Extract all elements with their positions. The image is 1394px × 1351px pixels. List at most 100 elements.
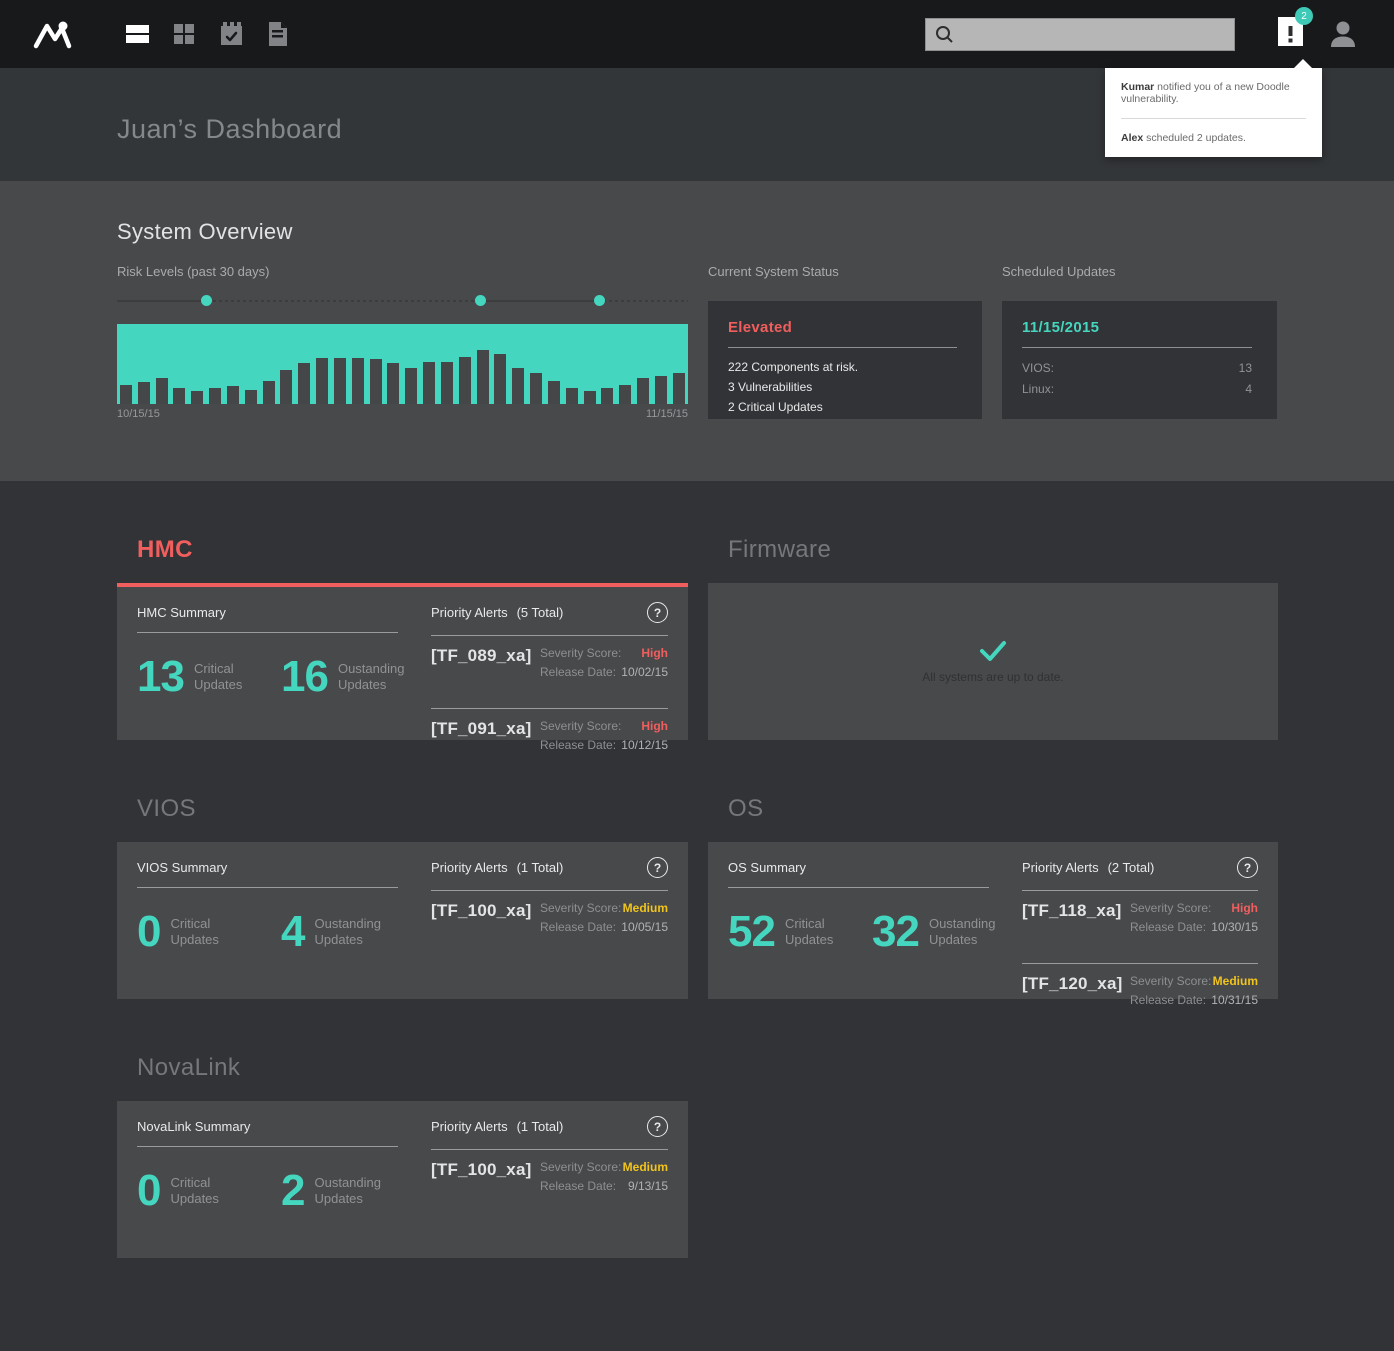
- status-level: Elevated: [728, 319, 793, 336]
- notification-actor: Kumar: [1121, 81, 1155, 93]
- novalink-title: NovaLink: [137, 1054, 241, 1081]
- severity-value: Medium: [622, 901, 668, 915]
- outstanding-updates-stat: 4 Oustanding Updates: [281, 907, 381, 956]
- critical-updates-stat: 13 Critical Updates: [137, 652, 243, 701]
- timeline-marker-dot[interactable]: [594, 295, 606, 306]
- risk-timeline: [117, 295, 688, 307]
- scheduled-row: Linux: 4: [1022, 382, 1252, 396]
- divider: [1022, 347, 1252, 348]
- scheduled-updates-column: Scheduled Updates 11/15/2015 VIOS: 13 Li…: [1002, 265, 1277, 420]
- stat-value: 0: [137, 907, 162, 956]
- risk-bar: [565, 388, 578, 404]
- document-icon[interactable]: [265, 20, 291, 48]
- help-icon[interactable]: ?: [1237, 857, 1258, 878]
- severity-value: High: [641, 646, 668, 660]
- priority-alerts-total: (1 Total): [516, 1119, 564, 1134]
- priority-alerts-title: Priority Alerts: [431, 1119, 508, 1134]
- brand-logo-icon[interactable]: [32, 17, 76, 51]
- risk-bar: [476, 350, 489, 404]
- risk-bar: [316, 358, 329, 404]
- alert-row: [TF_120_xa] Severity Score: Medium Releas…: [1022, 974, 1258, 1007]
- risk-chart-column: Risk Levels (past 30 days) 10/15/15 11/1…: [117, 265, 688, 420]
- severity-value: High: [641, 719, 668, 733]
- divider: [728, 887, 989, 888]
- scheduled-date: 11/15/2015: [1022, 319, 1100, 336]
- chart-end-date: 11/15/15: [645, 408, 688, 420]
- alert-name[interactable]: [TF_089_xa]: [431, 646, 531, 666]
- critical-updates-stat: 0 Critical Updates: [137, 907, 219, 956]
- divider: [728, 347, 957, 348]
- top-navbar: 2: [0, 0, 1394, 68]
- user-avatar-icon[interactable]: [1328, 19, 1358, 49]
- stat-value: 13: [137, 652, 185, 701]
- severity-value: Medium: [622, 1160, 668, 1174]
- search-icon: [936, 25, 953, 43]
- notification-item[interactable]: Alex scheduled 2 updates.: [1105, 119, 1322, 157]
- risk-bar: [672, 372, 685, 404]
- calendar-check-icon[interactable]: [218, 20, 244, 48]
- risk-bar: [244, 389, 257, 404]
- release-date-value: 10/30/15: [1211, 920, 1258, 934]
- alert-name[interactable]: [TF_100_xa]: [431, 1160, 531, 1180]
- components-section: HMC HMC Summary 13 Critical Updates 16 Ou…: [0, 481, 1394, 1351]
- vios-summary-title: VIOS Summary: [137, 860, 228, 875]
- risk-bar: [512, 368, 525, 404]
- priority-alerts-title: Priority Alerts: [431, 860, 508, 875]
- alert-name[interactable]: [TF_120_xa]: [1022, 974, 1122, 994]
- scheduled-row-value: 4: [1245, 382, 1252, 396]
- chart-start-date: 10/15/15: [117, 408, 160, 420]
- risk-bar: [120, 384, 132, 404]
- stat-value: 16: [281, 652, 329, 701]
- priority-alerts-title: Priority Alerts: [1022, 860, 1099, 875]
- alert-name[interactable]: [TF_118_xa]: [1022, 901, 1122, 921]
- timeline-marker-dot[interactable]: [474, 295, 486, 306]
- help-icon[interactable]: ?: [647, 857, 668, 878]
- notifications-button[interactable]: 2: [1277, 7, 1313, 52]
- release-date-value: 10/31/15: [1211, 993, 1258, 1007]
- notification-item[interactable]: Kumar notified you of a new Doodle vulne…: [1105, 68, 1322, 118]
- help-icon[interactable]: ?: [647, 1116, 668, 1137]
- scheduled-row-value: 13: [1238, 361, 1252, 375]
- overview-title: System Overview: [117, 219, 293, 244]
- risk-bar: [333, 358, 346, 404]
- release-date-value: 9/13/15: [627, 1179, 668, 1193]
- status-line: 222 Components at risk.: [728, 360, 859, 374]
- severity-value: High: [1231, 901, 1258, 915]
- timeline-segment: [117, 300, 206, 302]
- risk-bar: [458, 356, 471, 404]
- risk-bar: [298, 363, 311, 404]
- vios-section: VIOS VIOS Summary 0 Critical Updates 4 Ou…: [117, 786, 688, 999]
- risk-bar: [387, 363, 400, 404]
- notifications-popup: Kumar notified you of a new Doodle vulne…: [1105, 59, 1322, 157]
- scheduled-row-label: Linux:: [1022, 382, 1055, 396]
- priority-alerts-title: Priority Alerts: [431, 605, 508, 620]
- empty-cell: [708, 1045, 1278, 1258]
- risk-bar: [262, 380, 275, 404]
- firmware-panel: All systems are up to date.: [708, 583, 1278, 740]
- stat-value: 0: [137, 1166, 162, 1215]
- os-title: OS: [728, 795, 764, 822]
- search-input[interactable]: [925, 17, 1235, 51]
- risk-bar: [601, 388, 614, 404]
- timeline-marker-dot[interactable]: [200, 295, 212, 306]
- alert-row: [TF_100_xa] Severity Score: Medium Releas…: [431, 901, 668, 934]
- risk-bar: [137, 382, 150, 404]
- timeline-segment: [479, 300, 600, 302]
- firmware-title: Firmware: [728, 536, 832, 563]
- risk-bar: [369, 359, 382, 404]
- priority-alerts-total: (5 Total): [516, 605, 564, 620]
- release-date-value: 10/02/15: [621, 665, 668, 679]
- stat-value: 4: [281, 907, 306, 956]
- grid-icon[interactable]: [171, 20, 197, 48]
- rows-icon[interactable]: [124, 20, 150, 48]
- primary-nav: [124, 20, 291, 48]
- risk-bar: [583, 391, 596, 404]
- os-section: OS OS Summary 52 Critical Updates 32 Oust…: [708, 786, 1278, 1007]
- release-date-value: 10/12/15: [621, 738, 668, 752]
- risk-bars-chart: [117, 324, 688, 404]
- divider: [137, 887, 398, 888]
- help-icon[interactable]: ?: [647, 602, 668, 623]
- alert-name[interactable]: [TF_100_xa]: [431, 901, 531, 921]
- alert-name[interactable]: [TF_091_xa]: [431, 719, 531, 739]
- outstanding-updates-stat: 16 Oustanding Updates: [281, 652, 405, 701]
